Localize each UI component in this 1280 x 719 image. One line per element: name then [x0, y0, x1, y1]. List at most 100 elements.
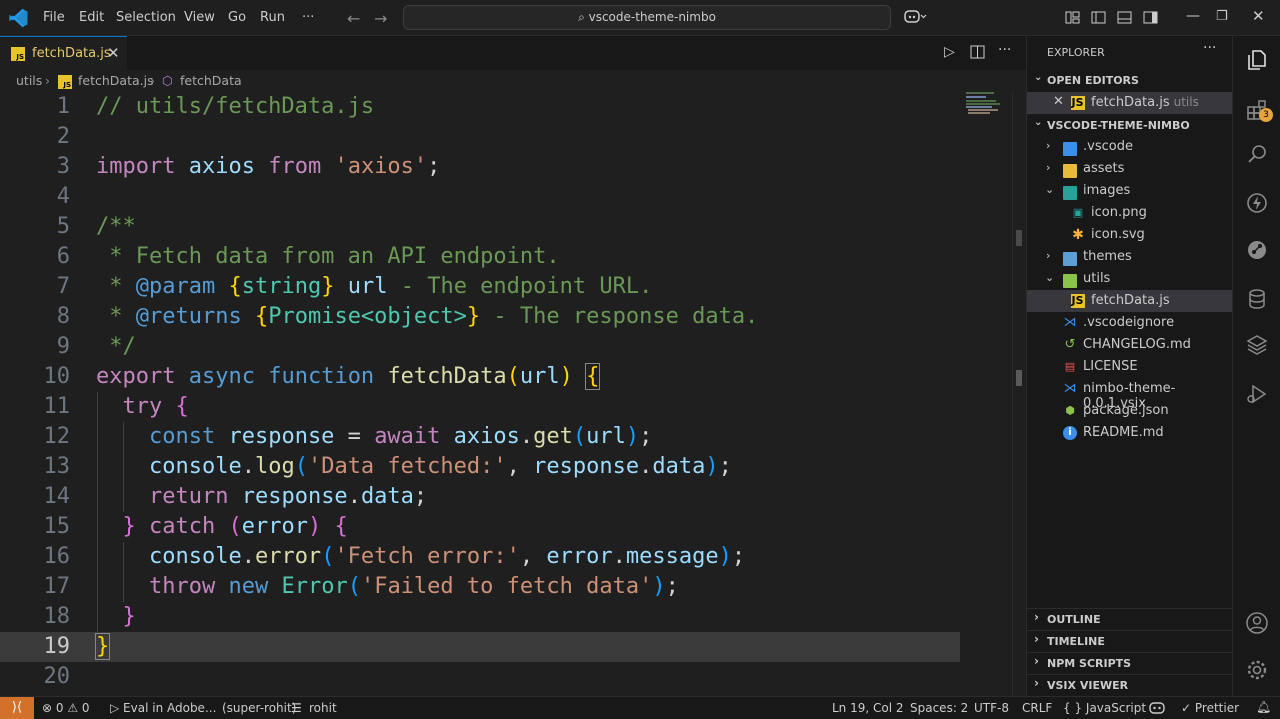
prettier-status[interactable]: ✓ Prettier — [1181, 701, 1239, 715]
indentation[interactable]: Spaces: 2 — [910, 701, 968, 715]
chevron-right-icon: › — [1034, 632, 1039, 646]
code-line: 17 throw new Error('Failed to fetch data… — [43, 574, 679, 599]
tree-item-utils[interactable]: ⌄ utils — [1027, 268, 1233, 290]
encoding[interactable]: UTF-8 — [974, 701, 1009, 715]
problems-indicator[interactable]: ⊗ 0 ⚠ 0 — [42, 701, 90, 715]
language-mode[interactable]: { } JavaScript — [1063, 701, 1146, 715]
tree-item-package-json[interactable]: ⬢ package.json — [1027, 400, 1233, 422]
tree-item-changelog[interactable]: ↺ CHANGELOG.md — [1027, 334, 1233, 356]
vscode-logo-icon[interactable] — [9, 8, 29, 28]
restore-icon[interactable]: ❐ — [1216, 9, 1228, 24]
toggle-secondary-sidebar-icon[interactable] — [1143, 10, 1158, 25]
tree-item-vscodeignore[interactable]: ⋊ .vscodeignore — [1027, 312, 1233, 334]
open-editor-item[interactable]: ✕ JS fetchData.js utils — [1027, 92, 1233, 114]
open-editor-file: fetchData.js — [1091, 95, 1170, 110]
accounts-icon[interactable] — [1245, 611, 1269, 635]
menu-selection[interactable]: Selection — [116, 0, 176, 36]
section-project[interactable]: ⌄ VSCODE-THEME-NIMBO — [1027, 115, 1233, 137]
minimize-icon[interactable]: — — [1186, 8, 1200, 24]
tree-item-fetchdata[interactable]: JS fetchData.js — [1027, 290, 1233, 312]
tree-item-vscode[interactable]: › .vscode — [1027, 136, 1233, 158]
layers-icon[interactable] — [1245, 333, 1269, 357]
code-line: 6 * Fetch data from an API endpoint. — [56, 244, 560, 269]
explorer-more-icon[interactable]: ··· — [1203, 40, 1216, 56]
cursor-position[interactable]: Ln 19, Col 2 — [832, 701, 904, 715]
run-debug-icon[interactable] — [1245, 382, 1269, 406]
thunder-client-icon[interactable] — [1245, 191, 1269, 215]
menu-file[interactable]: File — [43, 0, 65, 36]
code-line: 4 — [56, 184, 70, 209]
breadcrumb-symbol[interactable]: fetchData — [180, 73, 242, 88]
code-line: 12 const response = await axios.get(url)… — [43, 424, 653, 449]
search-icon[interactable] — [1245, 142, 1269, 166]
section-vsix-viewer[interactable]: › VSIX VIEWER — [1027, 675, 1233, 697]
tab-fetchdata[interactable]: JS fetchData.js ✕ — [0, 36, 127, 70]
user-indicator[interactable]: rohit — [309, 701, 337, 715]
code-editor[interactable]: 1// utils/fetchData.js 2 3 import axios f… — [0, 92, 1026, 696]
search-label: vscode-theme-nimbo — [588, 10, 716, 24]
image-file-icon: ▣ — [1072, 206, 1084, 219]
toggle-panel-icon[interactable] — [1117, 10, 1132, 25]
js-file-icon: JS — [58, 75, 72, 89]
tree-item-images[interactable]: ⌄ images — [1027, 180, 1233, 202]
folder-themes-icon — [1063, 252, 1077, 266]
run-file-icon[interactable]: ▷ — [944, 44, 955, 60]
menu-more[interactable]: ··· — [302, 0, 314, 36]
tree-item-icon-svg[interactable]: ✱ icon.svg — [1027, 224, 1233, 246]
database-icon[interactable] — [1245, 287, 1269, 311]
section-open-editors[interactable]: ⌄ OPEN EDITORS — [1027, 70, 1233, 92]
menu-view[interactable]: View — [184, 0, 215, 36]
chevron-right-icon: › — [1046, 139, 1051, 152]
chevron-down-icon: ⌄ — [1034, 117, 1043, 128]
command-center-search[interactable]: ⌕ vscode-theme-nimbo — [403, 5, 891, 30]
tree-item-themes[interactable]: › themes — [1027, 246, 1233, 268]
breadcrumb-file[interactable]: fetchData.js — [78, 73, 154, 88]
scroll-thumb-marker — [1016, 230, 1022, 246]
chevron-down-icon: ⌄ — [1045, 183, 1055, 196]
section-npm-scripts[interactable]: › NPM SCRIPTS — [1027, 653, 1233, 675]
profile-indicator[interactable]: (super-rohit) — [222, 701, 296, 715]
search-icon: ⌕ — [578, 10, 589, 24]
settings-gear-icon[interactable] — [1245, 658, 1269, 682]
explorer-title: EXPLORER — [1047, 46, 1105, 59]
git-graph-icon[interactable] — [1245, 238, 1269, 262]
chevron-right-icon: › — [1034, 610, 1039, 624]
tree-item-icon-png[interactable]: ▣ icon.png — [1027, 202, 1233, 224]
section-timeline[interactable]: › TIMELINE — [1027, 631, 1233, 653]
editor-more-icon[interactable]: ··· — [998, 42, 1011, 58]
menu-go[interactable]: Go — [228, 0, 246, 36]
customize-layout-icon[interactable] — [1065, 10, 1080, 25]
split-editor-icon[interactable] — [970, 45, 985, 59]
section-outline[interactable]: › OUTLINE — [1027, 609, 1233, 631]
menu-edit[interactable]: Edit — [79, 0, 104, 36]
explorer-sidebar: EXPLORER ··· ⌄ OPEN EDITORS ✕ JS fetchDa… — [1026, 36, 1233, 697]
tree-item-license[interactable]: ▤ LICENSE — [1027, 356, 1233, 378]
minimap[interactable] — [960, 92, 1012, 696]
close-window-icon[interactable]: ✕ — [1252, 7, 1265, 25]
code-line: 18 } — [43, 604, 136, 629]
tree-item-readme[interactable]: i README.md — [1027, 422, 1233, 444]
tree-item-vsix[interactable]: ⋊ nimbo-theme-0.0.1.vsix — [1027, 378, 1233, 411]
explorer-files-icon[interactable] — [1245, 48, 1269, 72]
forward-arrow-icon[interactable]: → — [374, 9, 387, 28]
close-editor-icon[interactable]: ✕ — [1053, 94, 1064, 109]
copilot-status-icon[interactable] — [1149, 701, 1165, 718]
close-tab-icon[interactable]: ✕ — [107, 44, 120, 62]
toggle-primary-sidebar-icon[interactable] — [1091, 10, 1106, 25]
code-line: 11 try { — [43, 394, 189, 419]
code-line: 7 * @param {string} url - The endpoint U… — [56, 274, 653, 299]
js-file-icon: JS — [11, 47, 25, 61]
remote-indicator-icon[interactable]: ⟩⟨ — [0, 697, 34, 719]
eval-in-adobe[interactable]: ▷ Eval in Adobe... — [110, 701, 216, 715]
breadcrumb-folder[interactable]: utils — [16, 73, 42, 88]
back-arrow-icon[interactable]: ← — [347, 9, 360, 28]
tree-item-assets[interactable]: › assets — [1027, 158, 1233, 180]
folder-vscode-icon — [1063, 142, 1077, 156]
menu-run[interactable]: Run — [260, 0, 285, 36]
notifications-bell-icon[interactable]: 🔔︎ — [1256, 700, 1271, 714]
end-of-line[interactable]: CRLF — [1022, 701, 1052, 715]
editor-scrollbar[interactable] — [1012, 92, 1026, 696]
changelog-icon: ↺ — [1064, 337, 1076, 352]
chevron-right-icon: › — [1046, 161, 1051, 174]
copilot-icon[interactable] — [903, 8, 927, 30]
